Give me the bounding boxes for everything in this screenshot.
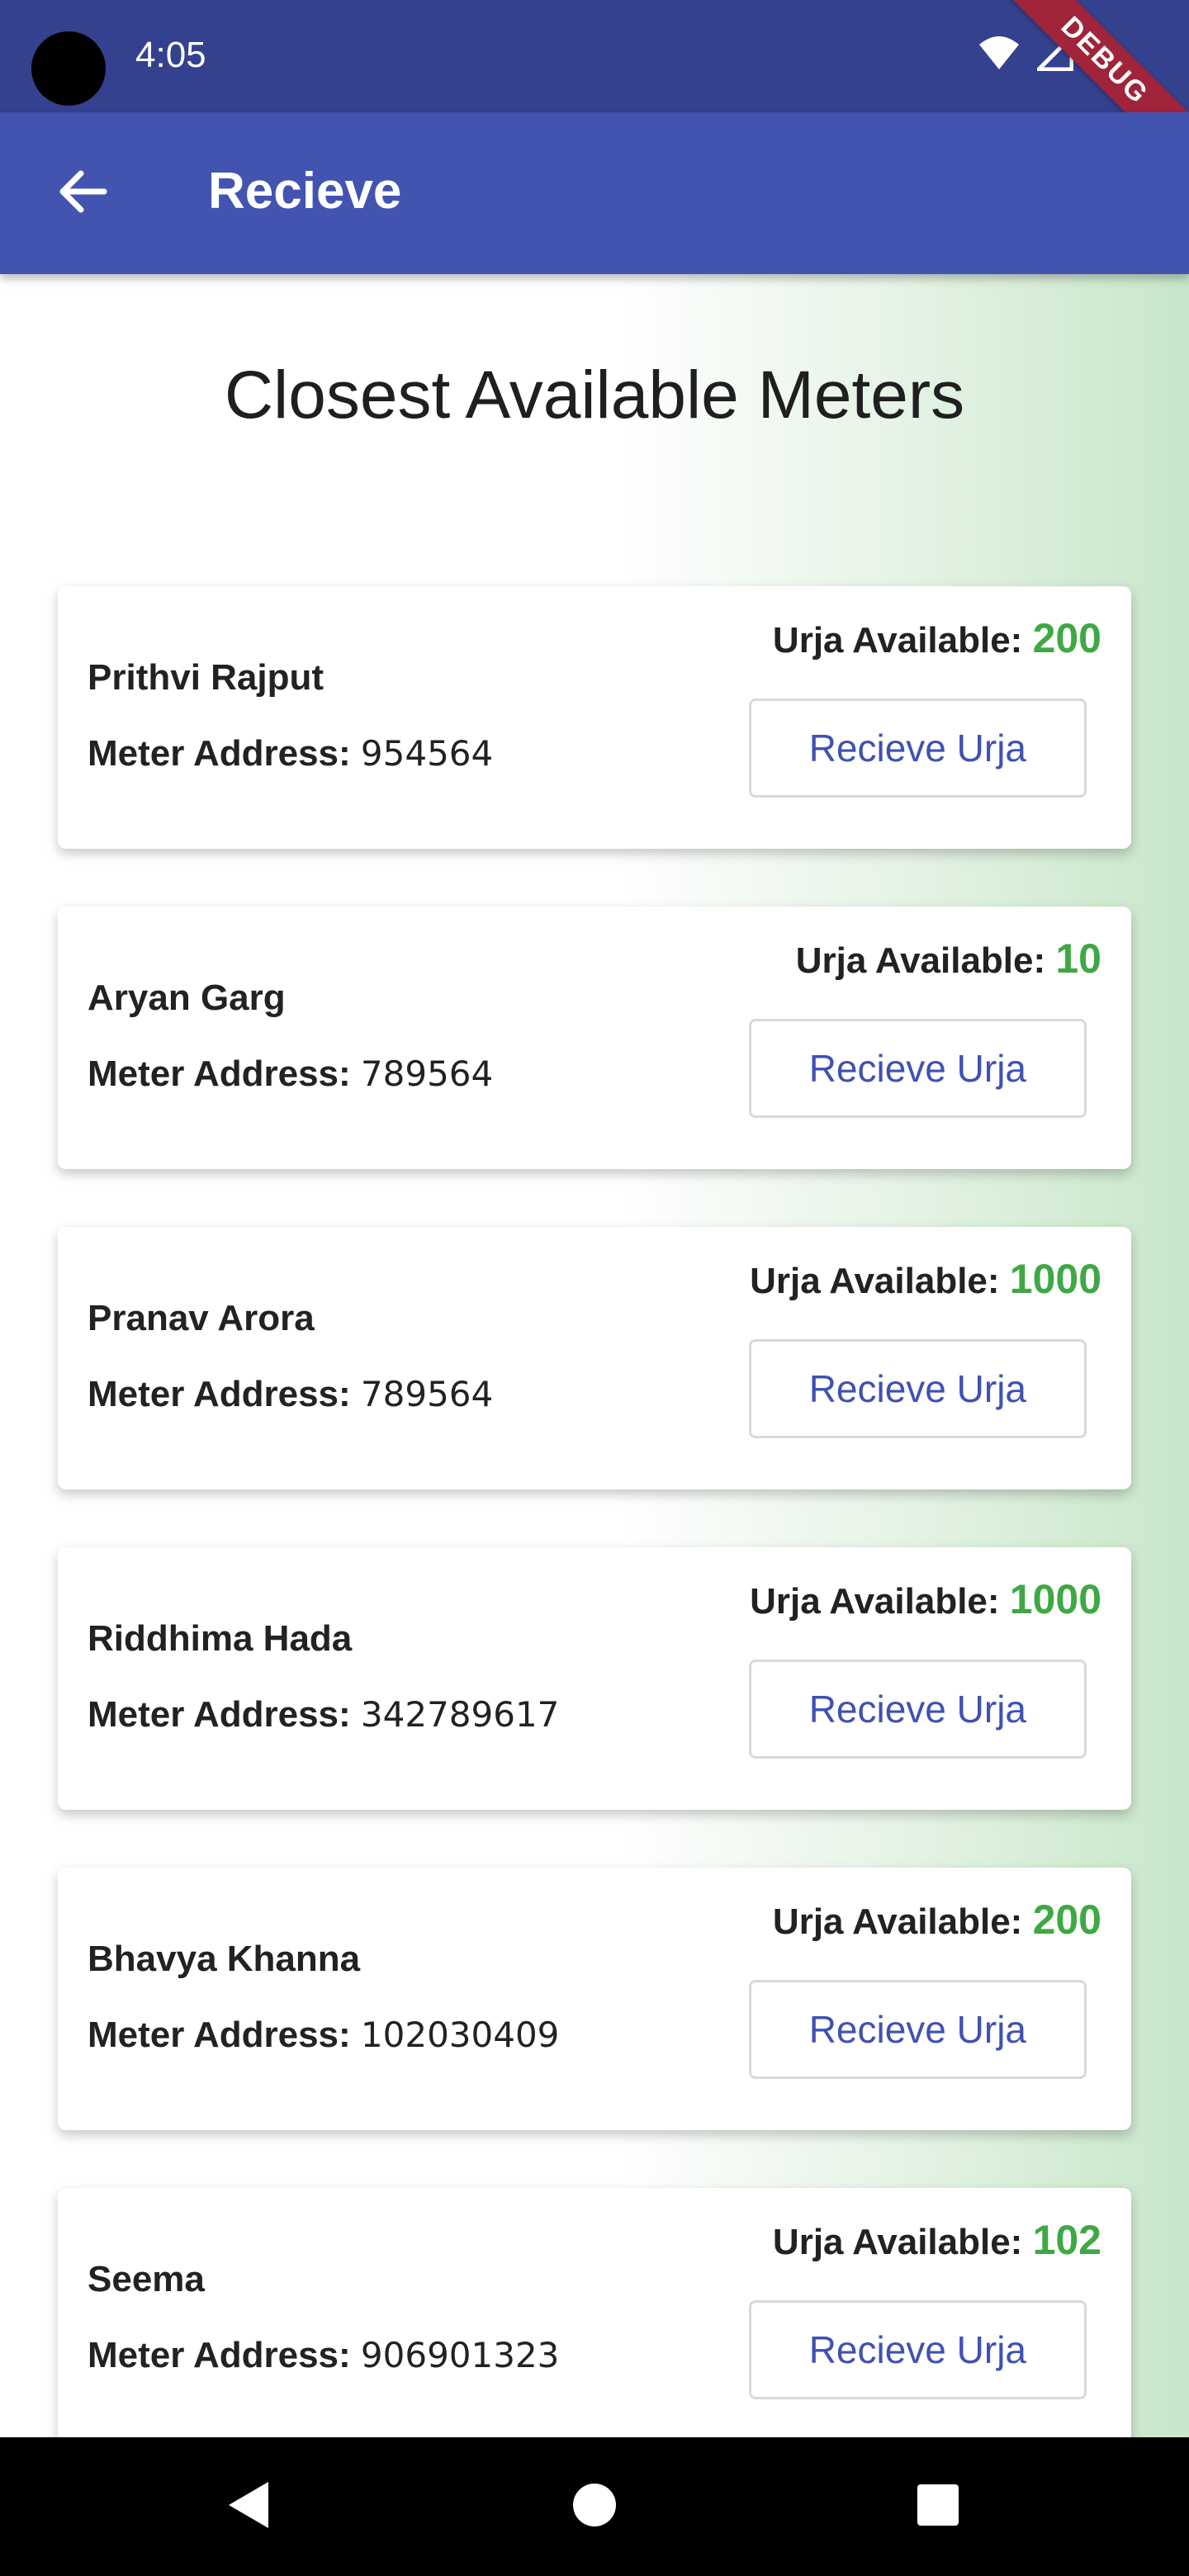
urja-available: Urja Available: 10 <box>796 935 1101 983</box>
receive-urja-button[interactable]: Recieve Urja <box>748 1980 1087 2079</box>
meter-address: Meter Address: 906901323 <box>88 2335 559 2376</box>
urja-available: Urja Available: 102 <box>773 2216 1101 2264</box>
meter-card: Bhavya Khanna Meter Address: 102030409 U… <box>58 1868 1131 2130</box>
meter-address: Meter Address: 342789617 <box>88 1694 559 1735</box>
urja-available: Urja Available: 1000 <box>750 1575 1101 1623</box>
meter-address: Meter Address: 102030409 <box>88 2015 559 2056</box>
meter-address-label: Meter Address: <box>88 2015 361 2055</box>
meter-address-value: 954564 <box>360 733 494 774</box>
urja-available-value: 102 <box>1032 2217 1101 2263</box>
home-circle-icon <box>571 2482 618 2532</box>
receive-urja-button[interactable]: Recieve Urja <box>748 1019 1087 1118</box>
owner-name: Prithvi Rajput <box>88 657 324 698</box>
status-time: 4:05 <box>135 35 206 75</box>
urja-available: Urja Available: 200 <box>773 1896 1101 1944</box>
meter-address: Meter Address: 789564 <box>88 1054 493 1095</box>
receive-urja-button[interactable]: Recieve Urja <box>748 2300 1087 2399</box>
meter-address-value: 342789617 <box>360 1694 560 1735</box>
back-triangle-icon <box>225 2480 270 2534</box>
owner-name: Aryan Garg <box>88 978 286 1018</box>
meter-list-screen[interactable]: Closest Available Meters Prithvi Rajput … <box>0 274 1189 2437</box>
urja-available: Urja Available: 1000 <box>750 1255 1101 1303</box>
meter-address-label: Meter Address: <box>88 1374 361 1414</box>
recents-square-icon <box>917 2484 959 2531</box>
urja-available-label: Urja Available: <box>750 1261 1010 1301</box>
meter-address: Meter Address: 789564 <box>88 1374 493 1415</box>
urja-available-label: Urja Available: <box>772 2222 1033 2262</box>
nav-back-button[interactable] <box>221 2480 274 2533</box>
urja-available: Urja Available: 200 <box>773 614 1101 662</box>
meter-card: Aryan Garg Meter Address: 789564 Urja Av… <box>58 907 1131 1169</box>
meter-card: Pranav Arora Meter Address: 789564 Urja … <box>58 1227 1131 1489</box>
owner-name: Riddhima Hada <box>88 1618 353 1659</box>
urja-available-value: 200 <box>1032 1896 1101 1943</box>
urja-available-label: Urja Available: <box>795 940 1056 981</box>
urja-available-label: Urja Available: <box>772 1901 1033 1942</box>
meter-address-value: 102030409 <box>360 2015 560 2055</box>
owner-name: Seema <box>88 2259 205 2299</box>
meter-address-label: Meter Address: <box>88 1694 361 1735</box>
meter-address-value: 789564 <box>360 1374 494 1414</box>
meter-address-value: 789564 <box>360 1054 494 1094</box>
status-bar: 4:05 DEBUG <box>0 0 1189 182</box>
meter-address-label: Meter Address: <box>88 733 361 774</box>
urja-available-value: 10 <box>1055 935 1101 982</box>
meter-address-value: 906901323 <box>360 2335 560 2375</box>
urja-available-label: Urja Available: <box>750 1581 1010 1622</box>
page-title: Closest Available Meters <box>224 358 965 433</box>
receive-urja-button[interactable]: Recieve Urja <box>748 1660 1087 1759</box>
system-nav-bar <box>0 2437 1189 2576</box>
meter-address-label: Meter Address: <box>88 1054 361 1094</box>
owner-name: Bhavya Khanna <box>88 1939 361 1979</box>
arrow-back-icon <box>58 170 107 217</box>
camera-cutout <box>31 31 106 106</box>
receive-urja-button[interactable]: Recieve Urja <box>748 1339 1087 1438</box>
meter-card: Seema Meter Address: 906901323 Urja Avai… <box>58 2188 1131 2437</box>
urja-available-value: 1000 <box>1009 1576 1101 1622</box>
owner-name: Pranav Arora <box>88 1298 315 1338</box>
app-bar: Recieve <box>0 112 1189 274</box>
nav-home-button[interactable] <box>568 2480 621 2533</box>
urja-available-value: 200 <box>1032 615 1101 661</box>
meter-card: Riddhima Hada Meter Address: 342789617 U… <box>58 1547 1131 1810</box>
meter-card: Prithvi Rajput Meter Address: 954564 Urj… <box>58 586 1131 849</box>
nav-recents-button[interactable] <box>912 2480 964 2533</box>
urja-available-value: 1000 <box>1009 1256 1101 1302</box>
meter-address: Meter Address: 954564 <box>88 733 493 774</box>
wifi-icon <box>978 35 1021 75</box>
urja-available-label: Urja Available: <box>772 620 1033 661</box>
app-bar-title: Recieve <box>208 163 402 220</box>
back-button[interactable] <box>40 150 126 236</box>
receive-urja-button[interactable]: Recieve Urja <box>748 698 1087 798</box>
meter-address-label: Meter Address: <box>88 2335 361 2375</box>
